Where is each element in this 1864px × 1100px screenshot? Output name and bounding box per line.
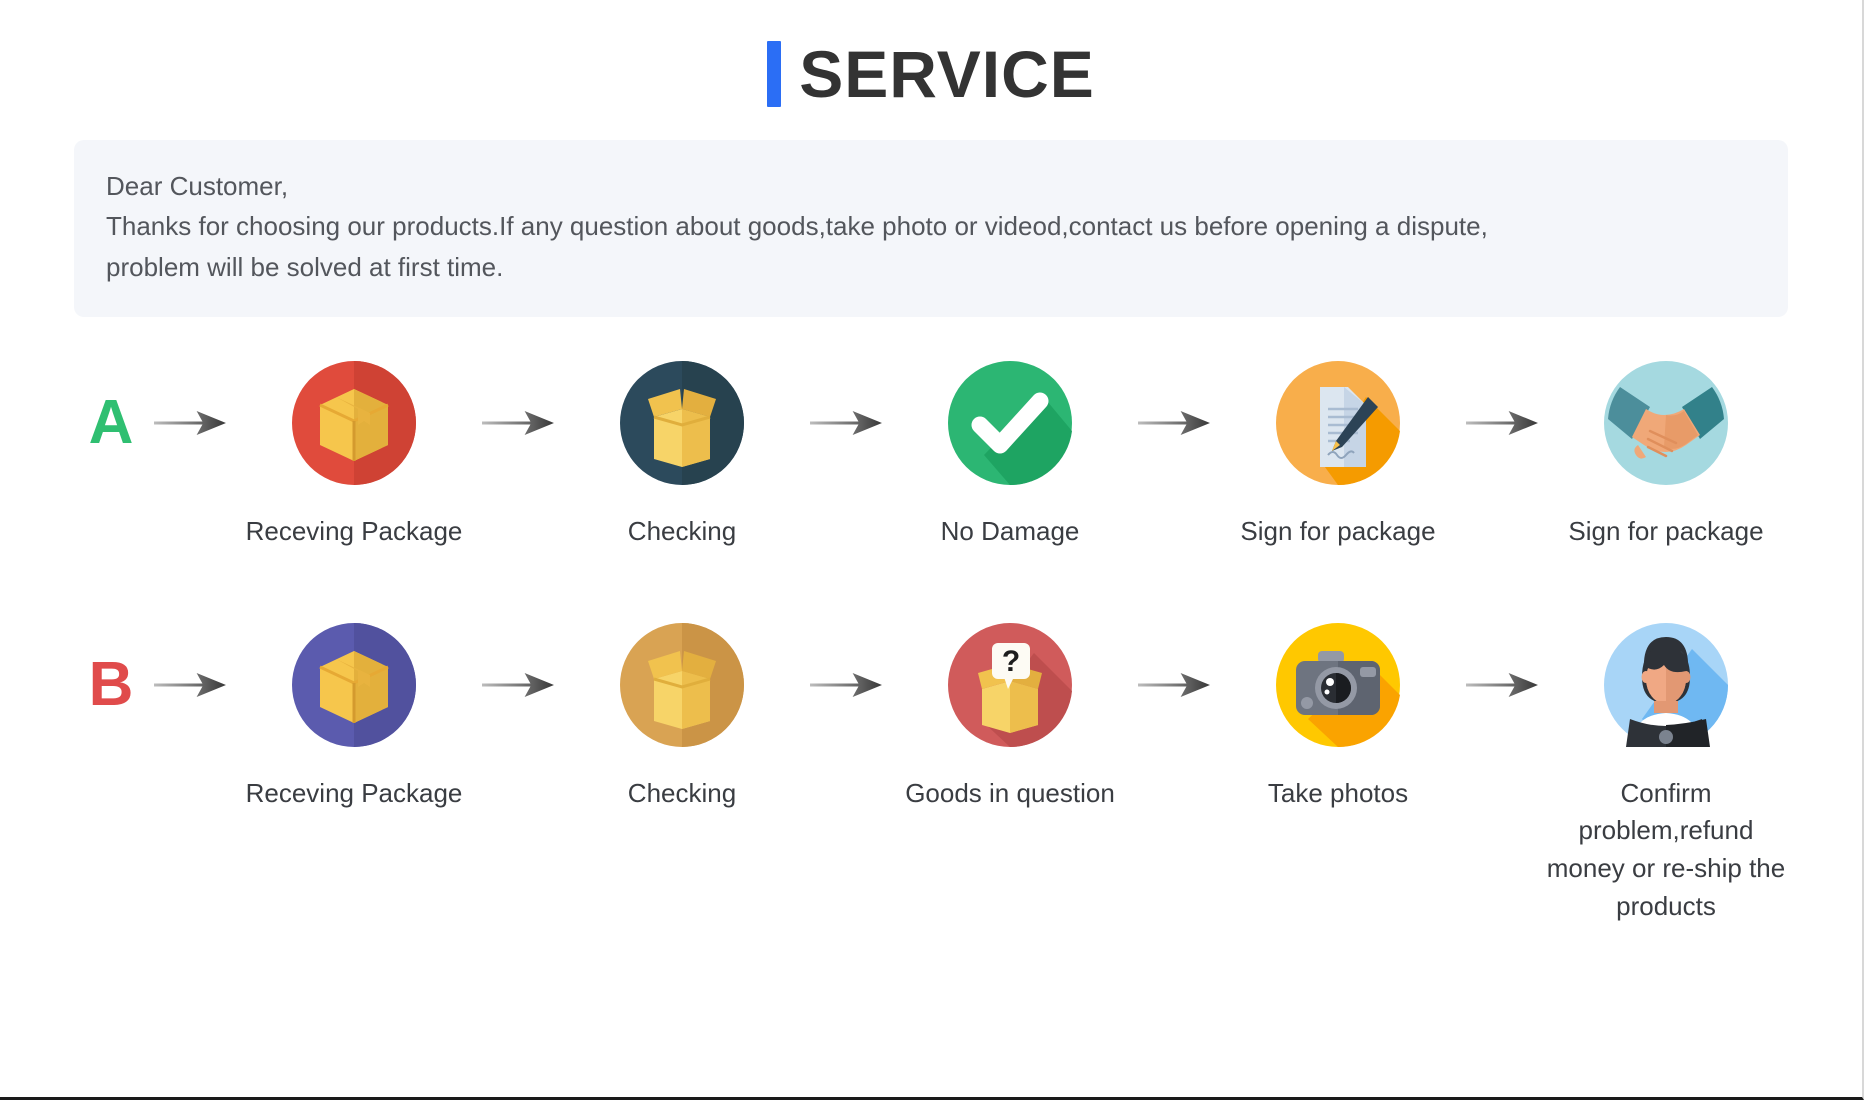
flow-step: Receving Package: [232, 621, 476, 813]
arrow-icon: [1132, 621, 1216, 749]
svg-text:?: ?: [1002, 645, 1020, 678]
arrow-icon: [1132, 359, 1216, 487]
support-agent-icon: [1602, 621, 1730, 749]
package-box-icon: [290, 621, 418, 749]
flow-step-label: No Damage: [940, 515, 1080, 546]
flow-step: Confirm problem,refund money or re-ship …: [1544, 621, 1788, 926]
flow-step: ? Goods in question: [888, 621, 1132, 813]
open-box-icon: [618, 621, 746, 749]
camera-icon: [1274, 621, 1402, 749]
flow-step: No Damage: [888, 359, 1132, 551]
flow-step-label: Sign for package: [1568, 515, 1764, 546]
page-title: SERVICE: [0, 0, 1862, 110]
flow-step: Take photos: [1216, 621, 1460, 813]
flow-step-label: Receving Package: [245, 777, 463, 808]
open-box-icon: [618, 359, 746, 487]
flow-row-a: A Receving Package Checking No Damage Si…: [0, 359, 1862, 551]
flow-step-label: Take photos: [1267, 777, 1409, 808]
notice-line-1: Dear Customer,: [106, 171, 289, 201]
question-box-icon: ?: [946, 621, 1074, 749]
flow-letter-a: A: [88, 387, 134, 457]
flow-step: Checking: [560, 359, 804, 551]
flow-letter-b: B: [88, 649, 134, 719]
arrow-icon: [804, 359, 888, 487]
flow-step-label: Receving Package: [245, 515, 463, 546]
arrow-icon: [148, 621, 232, 749]
notice-line-3: problem will be solved at first time.: [106, 251, 504, 282]
flow-step: Sign for package: [1544, 359, 1788, 551]
handshake-icon: [1602, 359, 1730, 487]
title-accent-bar: [767, 41, 782, 107]
notice-line-2: Thanks for choosing our products.If any …: [106, 211, 1488, 242]
flow-step: Sign for package: [1216, 359, 1460, 551]
document-sign-icon: [1274, 359, 1402, 487]
flow-row-b: B Receving Package Checking ? Goods in q…: [0, 621, 1862, 926]
arrow-icon: [148, 359, 232, 487]
check-mark-icon: [946, 359, 1074, 487]
arrow-icon: [476, 621, 560, 749]
arrow-icon: [804, 621, 888, 749]
flow-step-label: Checking: [627, 515, 737, 546]
flow-step-label: Goods in question: [905, 777, 1115, 808]
service-infographic: SERVICE Dear Customer, Thanks for choosi…: [0, 0, 1864, 1100]
flow-step-label: Sign for package: [1240, 515, 1436, 546]
flow-step: Receving Package: [232, 359, 476, 551]
title-text: SERVICE: [799, 37, 1095, 111]
flow-step-label: Confirm problem,refund money or re-ship …: [1546, 777, 1786, 921]
flow-step: Checking: [560, 621, 804, 813]
arrow-icon: [1460, 621, 1544, 749]
arrow-icon: [476, 359, 560, 487]
customer-notice-box: Dear Customer, Thanks for choosing our p…: [74, 140, 1788, 317]
flow-step-label: Checking: [627, 777, 737, 808]
package-box-icon: [290, 359, 418, 487]
arrow-icon: [1460, 359, 1544, 487]
